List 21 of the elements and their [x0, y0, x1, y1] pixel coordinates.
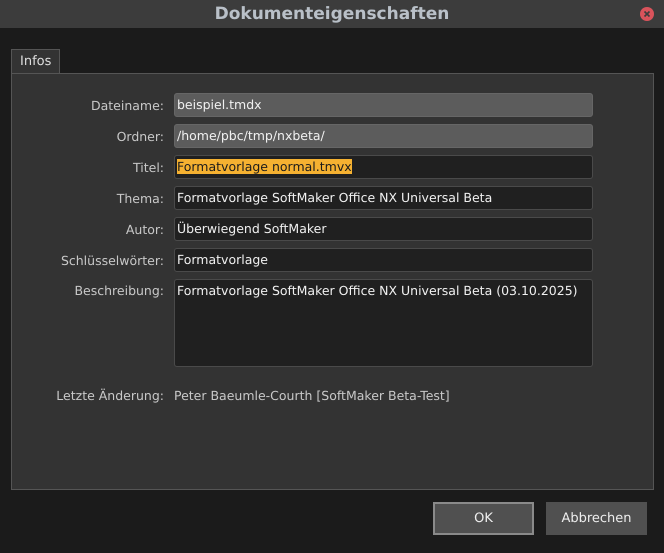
field-label: Titel:	[132, 160, 164, 174]
field-label: Letzte Änderung:	[55, 388, 164, 403]
field-value: Peter Baeumle-Courth [SoftMaker Beta-Test]	[174, 388, 451, 403]
input-field[interactable]: Formatvorlage	[174, 248, 593, 272]
dialog-button[interactable]: Abbrechen	[546, 502, 647, 535]
input-field[interactable]: Formatvorlage normal.tmvx	[174, 155, 593, 179]
field-label: Dateiname:	[90, 98, 164, 112]
window-title: Dokumenteigenschaften	[214, 4, 450, 24]
dialog-button[interactable]: OK	[433, 502, 534, 535]
field-label: Ordner:	[116, 128, 164, 144]
tab[interactable]: Infos	[11, 49, 60, 73]
text-area[interactable]: Formatvorlage SoftMaker Office NX Universal Beta (03.10.2025)	[174, 279, 593, 367]
field-label: Thema:	[116, 190, 164, 206]
input-field[interactable]: /home/pbc/tmp/nxbeta/	[174, 124, 593, 148]
input-field[interactable]: beispiel.tmdx	[174, 93, 593, 117]
input-field[interactable]: Überwiegend SoftMaker	[174, 217, 593, 241]
field-label: Schlüsselwörter:	[60, 252, 164, 268]
close-icon[interactable]	[640, 7, 654, 21]
field-label: Beschreibung:	[73, 282, 164, 298]
input-field[interactable]: Formatvorlage SoftMaker Office NX Universal Beta	[174, 186, 593, 210]
field-label: Autor:	[124, 222, 164, 236]
